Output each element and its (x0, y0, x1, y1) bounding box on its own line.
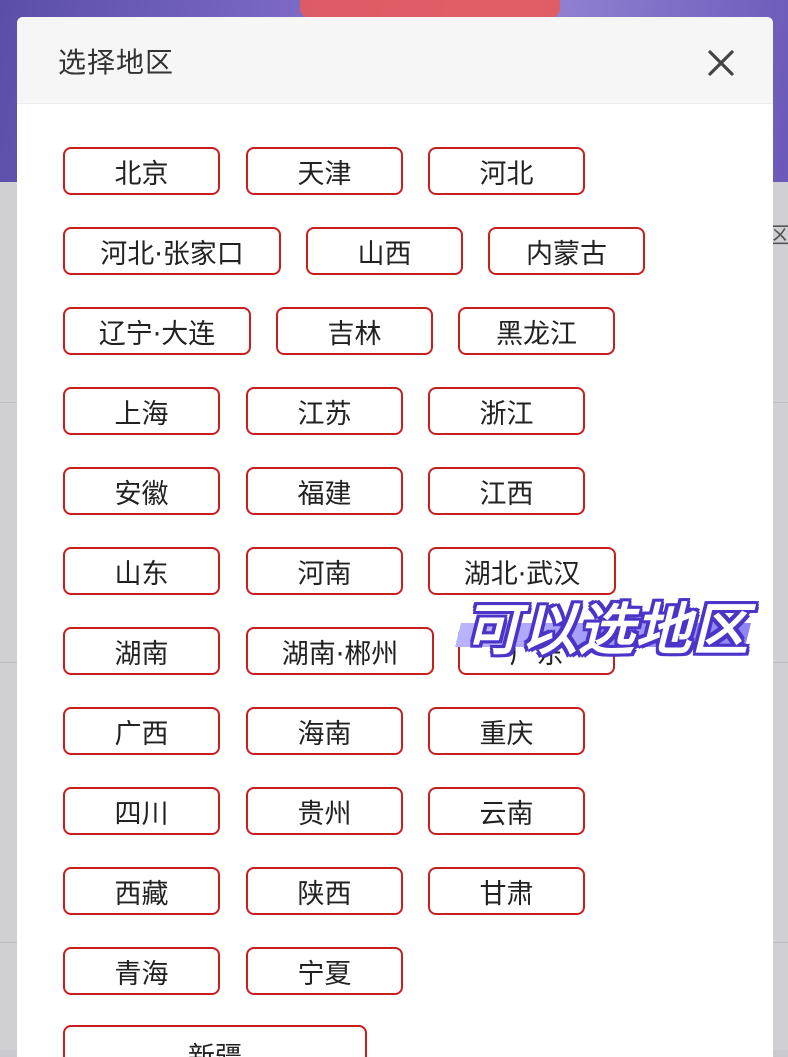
region-chip-shaanxi[interactable]: 陕西 (246, 867, 403, 915)
region-chip-shanghai[interactable]: 上海 (63, 387, 220, 435)
modal-title: 选择地区 (58, 46, 175, 79)
region-chip-jiangsu[interactable]: 江苏 (246, 387, 403, 435)
banner-decoration (300, 0, 560, 18)
region-chip-hebei-zhangjiakou[interactable]: 河北·张家口 (63, 227, 281, 275)
region-chip-ningxia[interactable]: 宁夏 (246, 947, 403, 995)
region-chip-jilin[interactable]: 吉林 (276, 307, 433, 355)
region-chip-heilongjiang[interactable]: 黑龙江 (458, 307, 615, 355)
region-chip-zhejiang[interactable]: 浙江 (428, 387, 585, 435)
region-chip-guizhou[interactable]: 贵州 (246, 787, 403, 835)
region-chip-xizang[interactable]: 西藏 (63, 867, 220, 915)
region-chip-hainan[interactable]: 海南 (246, 707, 403, 755)
region-chip-guangxi[interactable]: 广西 (63, 707, 220, 755)
region-chip-jiangxi[interactable]: 江西 (428, 467, 585, 515)
region-chip-qinghai[interactable]: 青海 (63, 947, 220, 995)
region-select-modal: 选择地区 北京 天津 河北 河北·张家口 山西 内蒙古 辽宁·大连 吉林 黑龙江… (17, 17, 773, 1057)
region-chip-shandong[interactable]: 山东 (63, 547, 220, 595)
region-chip-gansu[interactable]: 甘肃 (428, 867, 585, 915)
region-chip-hebei[interactable]: 河北 (428, 147, 585, 195)
caption-text: 可以选地区 (464, 598, 749, 663)
region-chip-neimenggu[interactable]: 内蒙古 (488, 227, 645, 275)
close-button[interactable] (701, 43, 741, 83)
modal-header: 选择地区 (17, 17, 773, 104)
region-chip-liaoning-dalian[interactable]: 辽宁·大连 (63, 307, 251, 355)
region-chip-beijing[interactable]: 北京 (63, 147, 220, 195)
region-chip-shanxi[interactable]: 山西 (306, 227, 463, 275)
region-chip-henan[interactable]: 河南 (246, 547, 403, 595)
overlay-caption: 可以选地区 (455, 583, 758, 663)
region-chip-tianjin[interactable]: 天津 (246, 147, 403, 195)
region-chip-sichuan[interactable]: 四川 (63, 787, 220, 835)
region-chip-xinjiang[interactable]: 新疆 (63, 1025, 367, 1057)
region-chip-hunan[interactable]: 湖南 (63, 627, 220, 675)
region-chip-yunnan[interactable]: 云南 (428, 787, 585, 835)
region-chip-fujian[interactable]: 福建 (246, 467, 403, 515)
region-chip-hunan-chenzhou[interactable]: 湖南·郴州 (246, 627, 434, 675)
region-chip-anhui[interactable]: 安徽 (63, 467, 220, 515)
close-icon (708, 50, 734, 76)
region-chip-chongqing[interactable]: 重庆 (428, 707, 585, 755)
